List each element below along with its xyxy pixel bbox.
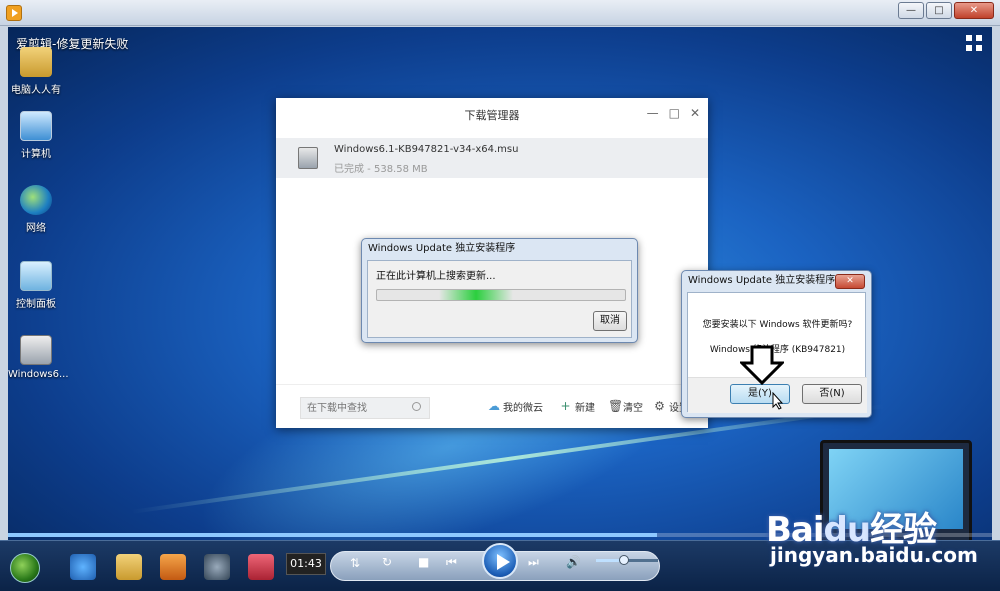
player-titlebar: — □ ✕ [0,0,1000,26]
minimize-button[interactable]: — [898,2,924,19]
media-player-icon[interactable] [160,554,186,580]
download-filename: Windows6.1-KB947821-v34-x64.msu [334,144,519,155]
dm-close-icon[interactable]: ✕ [690,106,700,120]
dm-minimize-icon[interactable]: — [647,106,659,120]
new-download-button[interactable]: + 新建 [560,399,595,414]
desktop-icon-computer[interactable]: 计算机 [8,111,64,160]
update-question: 您要安装以下 Windows 软件更新吗? [702,320,853,330]
download-manager-controls: — □ ✕ [647,106,700,120]
desktop-icon-network[interactable]: 网络 [8,185,64,234]
baidu-watermark-url: jingyan.baidu.com [770,543,978,567]
download-manager-toolbar: ☁ 我的微云 + 新建 🗑 清空 ⚙ 设置 [276,384,708,428]
desktop-icon-label: Windows6... [8,369,69,380]
down-arrow-icon [740,345,784,385]
desktop-icon-msu[interactable]: Windows6... [8,335,69,380]
user-folder-icon [20,47,52,77]
weiyun-button[interactable]: ☁ 我的微云 [488,399,543,414]
desktop-icon-label: 控制面板 [16,299,56,310]
player-app-icon [6,5,22,21]
explorer-folder-icon[interactable] [116,554,142,580]
dm-maximize-icon[interactable]: □ [669,106,680,120]
msu-file-icon [298,147,318,169]
internet-explorer-icon[interactable] [70,554,96,580]
desktop-icon-label: 网络 [26,223,46,234]
cancel-button[interactable]: 取消 [593,311,627,331]
previous-icon[interactable]: ⏮ [446,555,457,570]
volume-slider-knob[interactable] [618,555,629,565]
seek-bar-fill [8,533,658,537]
update-search-dialog: Windows Update 独立安装程序 正在此计算机上搜索更新... 取消 [361,238,638,343]
current-time: 01:43 [286,553,326,575]
network-icon [20,185,52,215]
stop-icon[interactable]: ■ [418,555,429,569]
next-icon[interactable]: ⏭ [528,555,539,570]
msu-file-icon [20,335,52,365]
download-search-input[interactable] [300,397,430,419]
download-item[interactable]: Windows6.1-KB947821-v34-x64.msu 已完成 - 53… [276,138,708,178]
download-status: 已完成 - 538.58 MB [334,164,428,175]
dialog-close-button[interactable]: ✕ [835,274,865,289]
play-button[interactable] [482,543,518,579]
search-icon[interactable] [412,402,421,411]
update-search-status: 正在此计算机上搜索更新... [376,271,496,282]
clear-label: 清空 [623,403,643,414]
no-button[interactable]: 否(N) [802,384,862,404]
cloud-icon: ☁ [488,399,500,413]
desktop-icon-user[interactable]: 电脑人人有 [8,47,64,96]
update-search-progress [376,289,626,301]
mouse-cursor-icon [772,392,784,410]
new-label: 新建 [575,403,595,414]
trash-icon: 🗑 [608,399,624,413]
fullscreen-icon[interactable] [966,35,982,51]
close-button[interactable]: ✕ [954,2,994,19]
gear-icon: ⚙ [654,399,665,413]
clear-button[interactable]: 🗑 清空 [608,399,643,414]
desktop-icon-label: 电脑人人有 [11,85,61,96]
desktop-icon-control-panel[interactable]: 控制面板 [8,261,64,310]
window-controls: — □ ✕ [896,2,994,19]
paint-icon[interactable] [248,554,274,580]
update-search-dialog-title: Windows Update 独立安装程序 [368,243,516,254]
update-search-body: 正在此计算机上搜索更新... 取消 [367,260,632,338]
shuffle-icon[interactable]: ⇅ [350,556,360,570]
media-center-icon[interactable] [204,554,230,580]
start-button[interactable] [10,553,40,583]
repeat-icon[interactable]: ↻ [382,555,392,569]
control-panel-icon [20,261,52,291]
maximize-button[interactable]: □ [926,2,952,19]
computer-icon [20,111,52,141]
desktop-icon-label: 计算机 [21,149,51,160]
update-search-progress-fill [439,290,514,300]
volume-icon[interactable]: 🔊 [566,555,581,569]
plus-icon: + [560,399,571,413]
download-manager-title: 下载管理器 [464,109,520,122]
weiyun-label: 我的微云 [503,403,543,414]
